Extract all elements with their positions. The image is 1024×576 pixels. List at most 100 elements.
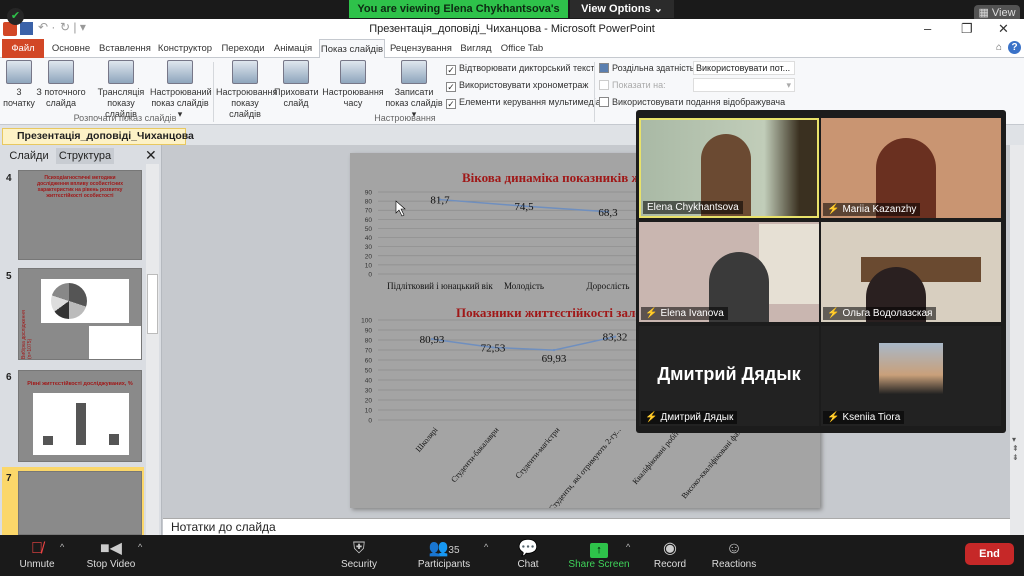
video-tile[interactable]: Дмитрий Дядык ⚡ Дмитрий Дядык xyxy=(639,326,819,426)
notes-field[interactable]: Нотатки до слайда xyxy=(163,518,1010,535)
document-tab[interactable]: Презентація_доповіді_Чиханцова xyxy=(2,128,194,145)
resolution-label: Роздільна здатність: xyxy=(599,62,697,74)
view-options-button[interactable]: View Options ⌄ xyxy=(570,0,674,18)
data-label: 72,53 xyxy=(481,342,506,354)
video-tile[interactable]: ⚡ Mariia Kazanzhy xyxy=(821,118,1001,218)
current-slide-icon xyxy=(48,60,74,84)
from-beginning-button[interactable]: 3 початку xyxy=(2,60,36,109)
slide-thumbnail-7[interactable] xyxy=(18,471,142,535)
tab-file[interactable]: Файл xyxy=(2,39,44,58)
label: Приховати слайд xyxy=(274,87,319,108)
record-icon: ◉ xyxy=(663,540,677,557)
presenter-view-checkbox[interactable]: Використовувати подання відображувача xyxy=(599,96,785,108)
broadcast-button[interactable]: Трансляція показу слайдів xyxy=(92,60,150,120)
data-label: 74,5 xyxy=(514,201,534,213)
narration-checkbox[interactable]: ✓ Відтворювати дикторський текст xyxy=(446,62,595,75)
hide-slide-button[interactable]: Приховати слайд xyxy=(274,60,319,109)
label: Настроювання часу xyxy=(322,87,384,108)
custom-show-button[interactable]: Настроюваний показ слайдів ▾ xyxy=(150,60,212,120)
reactions-smiley-icon: ☺ xyxy=(725,540,743,557)
record-show-button[interactable]: Записати показ слайдів ▾ xyxy=(384,60,444,120)
close-icon[interactable]: ✕ xyxy=(998,21,1009,37)
label: Reactions xyxy=(711,559,757,570)
unmute-button[interactable]: 🎙̸ Unmute xyxy=(14,539,60,570)
video-tile[interactable]: ⚡ Ольга Водолазская xyxy=(821,222,1001,322)
participants-button[interactable]: 👥35 Participants xyxy=(412,539,476,570)
data-label: 83,32 xyxy=(603,332,628,344)
participants-options-caret[interactable]: ^ xyxy=(484,542,488,552)
tab-outline[interactable]: Структура xyxy=(56,148,114,164)
close-pane-icon[interactable]: ✕ xyxy=(145,147,157,164)
tab-slideshow[interactable]: Показ слайдів xyxy=(319,39,385,59)
chart-title: Показники життєстійкості залежн xyxy=(456,305,659,320)
slide-thumbnail-6[interactable]: Рівні життєстійкості досліджуваних, % xyxy=(18,370,142,462)
y-tick-label: 80 xyxy=(365,338,373,345)
record-button[interactable]: ◉ Record xyxy=(650,539,690,570)
tab-review[interactable]: Рецензування xyxy=(390,39,452,58)
end-meeting-button[interactable]: End xyxy=(965,543,1014,565)
video-tile[interactable]: ⚡ Kseniia Tiora xyxy=(821,326,1001,426)
video-tile[interactable]: Elena Chykhantsova xyxy=(639,118,819,218)
ppt-title-bar: ↶ · ↻ | ▾ Презентація_доповіді_Чиханцова… xyxy=(0,19,1024,39)
divider xyxy=(594,62,595,122)
main-scrollbar[interactable]: ▾ ⇞ ⇟ xyxy=(1010,145,1024,535)
tab-animation[interactable]: Анімація xyxy=(272,39,314,58)
show-on-label: Показати на: xyxy=(599,79,666,91)
viewing-banner: You are viewing Elena Chykhantsova's scr… xyxy=(349,0,568,33)
tab-insert[interactable]: Вставлення xyxy=(98,39,152,58)
stop-video-button[interactable]: ■◀ Stop Video xyxy=(82,539,140,570)
collapse-ribbon-icon[interactable]: ⌂ xyxy=(996,42,1002,53)
audio-options-caret[interactable]: ^ xyxy=(60,542,64,552)
slide-number: 7 xyxy=(6,473,12,484)
y-tick-label: 30 xyxy=(365,244,373,251)
help-icon[interactable]: ? xyxy=(1008,41,1021,54)
slides-pane-scrollbar[interactable] xyxy=(146,164,159,535)
y-tick-label: 20 xyxy=(365,398,373,405)
data-point xyxy=(552,348,556,352)
y-tick-label: 80 xyxy=(365,199,373,206)
rehearse-timings-button[interactable]: Настроювання часу xyxy=(322,60,384,109)
slide-number: 5 xyxy=(6,271,12,282)
zoom-toolbar: 🎙̸ Unmute ^ ■◀ Stop Video ^ ⛨ Security 👥35 P… xyxy=(0,535,1024,576)
participant-big-name: Дмитрий Дядык xyxy=(657,364,801,384)
media-controls-checkbox[interactable]: ✓ Елементи керування мультимедіа xyxy=(446,96,601,109)
security-shield-icon: ✔ xyxy=(7,8,24,25)
slide-thumbnail-4[interactable]: Психодіагностичні методики дослідження в… xyxy=(18,170,142,260)
name: Kseniia Tiora xyxy=(842,412,901,423)
restore-icon[interactable]: ❐ xyxy=(961,21,973,37)
slide-thumbnail-5[interactable]: Вибірка дослідження (n=1075) xyxy=(18,268,142,360)
from-current-button[interactable]: З поточного слайда xyxy=(36,60,86,109)
chat-button[interactable]: 💬 Chat xyxy=(510,539,546,570)
y-tick-label: 70 xyxy=(365,348,373,355)
tab-transitions[interactable]: Переходи xyxy=(218,39,268,58)
show-on-dropdown[interactable]: ▾ xyxy=(693,78,795,92)
reactions-button[interactable]: ☺ Reactions xyxy=(710,539,758,570)
custom-show-icon xyxy=(167,60,193,84)
bar-chart-thumb xyxy=(89,326,141,359)
tab-view[interactable]: Вигляд xyxy=(456,39,496,58)
video-gallery: Elena Chykhantsova ⚡ Mariia Kazanzhy ⚡ Ele… xyxy=(636,110,1006,433)
security-button[interactable]: ⛨ Security xyxy=(336,539,382,570)
tab-home[interactable]: Основне xyxy=(50,39,92,58)
tab-slides[interactable]: Слайди xyxy=(4,148,54,164)
name: Дмитрий Дядык xyxy=(660,412,734,423)
setup-show-button[interactable]: Настроювання показу слайдів xyxy=(216,60,277,120)
chat-bubble-icon: 💬 xyxy=(518,540,538,557)
tab-design[interactable]: Конструктор xyxy=(157,39,213,58)
share-options-caret[interactable]: ^ xyxy=(626,542,630,552)
label: Security xyxy=(340,559,378,570)
timings-checkbox[interactable]: ✓ Використовувати хронометраж xyxy=(446,79,588,92)
label: Participants xyxy=(417,559,471,570)
y-tick-label: 10 xyxy=(365,408,373,415)
label: Показати на: xyxy=(612,80,666,90)
share-screen-button[interactable]: ↑ Share Screen xyxy=(566,539,632,570)
play-slideshow-icon xyxy=(6,60,32,84)
minimize-icon[interactable]: – xyxy=(924,21,931,36)
tab-office-tab[interactable]: Office Tab xyxy=(500,39,544,58)
shield-icon: ⛨ xyxy=(352,540,365,557)
pie-chart-thumb xyxy=(41,279,129,323)
setup-show-icon xyxy=(232,60,258,84)
video-tile[interactable]: ⚡ Elena Ivanova xyxy=(639,222,819,322)
video-options-caret[interactable]: ^ xyxy=(138,542,142,552)
resolution-dropdown[interactable]: Використовувати пот... ▾ xyxy=(693,61,795,85)
